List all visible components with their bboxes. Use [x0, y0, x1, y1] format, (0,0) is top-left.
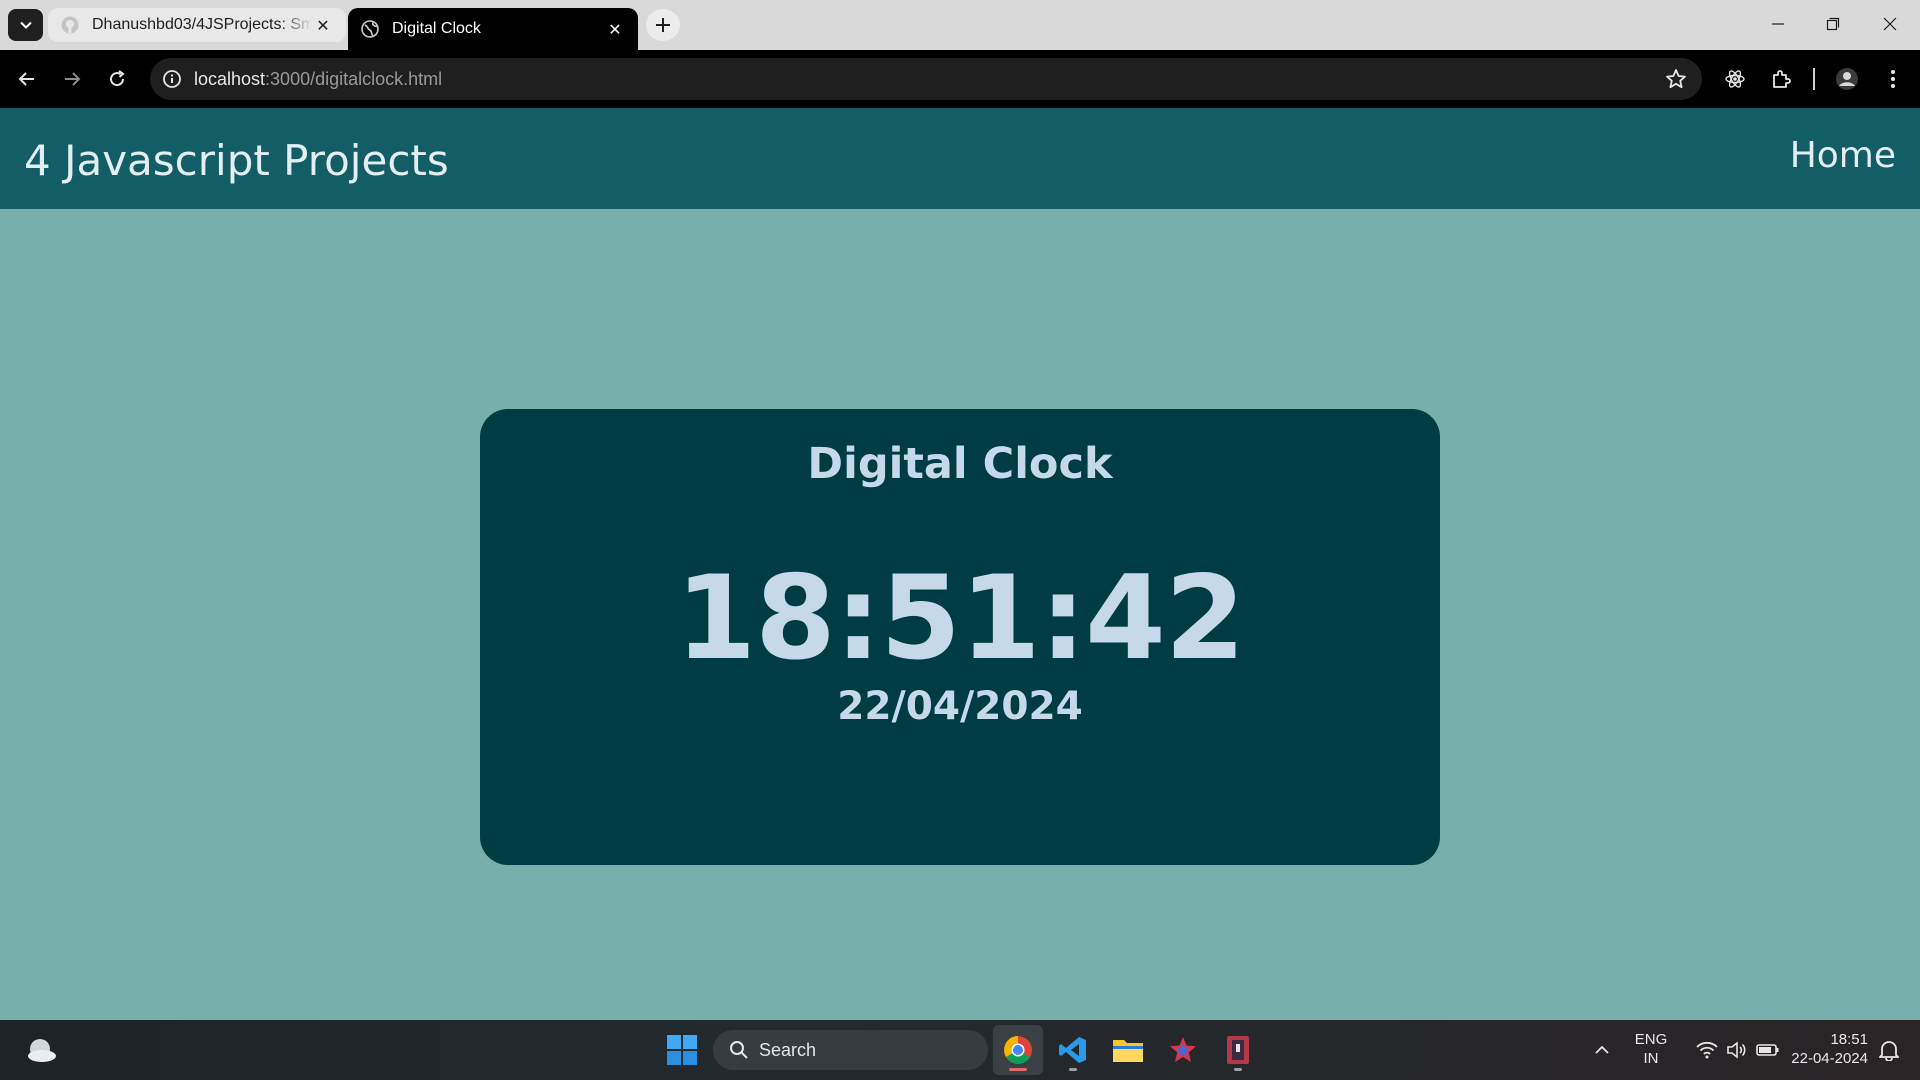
- close-window-button[interactable]: [1862, 0, 1918, 48]
- chrome-icon: [1004, 1036, 1032, 1064]
- language-code: ENG: [1634, 1031, 1668, 1048]
- arrow-right-icon: [65, 72, 81, 86]
- taskbar-search-label: Search: [759, 1039, 817, 1060]
- reload-button[interactable]: [100, 62, 134, 96]
- tab-search-button[interactable]: [8, 9, 43, 41]
- minimize-button[interactable]: [1750, 0, 1806, 48]
- chevron-down-icon: [19, 21, 32, 29]
- react-icon: [1725, 70, 1745, 88]
- forward-button[interactable]: [55, 62, 89, 96]
- search-icon: [729, 1040, 749, 1060]
- profile-button[interactable]: [1830, 62, 1864, 96]
- react-devtools-extension[interactable]: [1718, 62, 1752, 96]
- taskbar: Search ENG IN 18:51 22-04-2024: [0, 1020, 1920, 1080]
- battery-icon: [1756, 1044, 1779, 1056]
- quick-settings-button[interactable]: [1683, 1034, 1793, 1066]
- bell-icon: [1879, 1041, 1899, 1061]
- minimize-icon: [1772, 23, 1784, 25]
- new-tab-button[interactable]: [646, 9, 680, 41]
- taskbar-clock[interactable]: 18:51 22-04-2024: [1782, 1031, 1868, 1069]
- close-icon[interactable]: ✕: [312, 14, 334, 36]
- site-header: 4 Javascript Projects Home: [0, 108, 1920, 209]
- puzzle-icon: [1773, 70, 1791, 88]
- weather-widget[interactable]: [24, 1034, 60, 1066]
- taskbar-time: 18:51: [1830, 1031, 1868, 1048]
- more-vertical-icon: [1891, 70, 1895, 88]
- url-path: :3000/digitalclock.html: [265, 68, 443, 89]
- volume-icon: [1727, 1041, 1746, 1059]
- browser-toolbar: localhost:3000/digitalclock.html: [0, 50, 1920, 108]
- running-app-indicator: [1069, 1068, 1077, 1071]
- tab-digital-clock[interactable]: Digital Clock ✕: [348, 8, 638, 50]
- bookmark-star-icon[interactable]: [1664, 67, 1688, 91]
- taskbar-app-winrar[interactable]: [1213, 1025, 1263, 1075]
- folder-icon: [1113, 1040, 1143, 1062]
- notifications-button[interactable]: [1876, 1036, 1902, 1064]
- clock-heading: Digital Clock: [807, 439, 1113, 489]
- site-title: 4 Javascript Projects: [24, 136, 449, 185]
- back-button[interactable]: [10, 62, 44, 96]
- close-icon: [1883, 17, 1897, 31]
- browser-menu-button[interactable]: [1876, 62, 1910, 96]
- clock-card: Digital Clock 18:51:42 22/04/2024: [480, 409, 1440, 865]
- region-code: IN: [1643, 1049, 1659, 1067]
- extensions-button[interactable]: [1764, 62, 1798, 96]
- avatar-icon: [1836, 68, 1858, 90]
- restore-icon: [1826, 17, 1840, 31]
- chevron-up-icon: [1595, 1045, 1609, 1054]
- tab-title: Dhanushbd03/4JSProjects: Sm: [92, 16, 312, 33]
- archive-app-icon: [1227, 1036, 1249, 1064]
- url-host: localhost: [194, 68, 266, 89]
- reload-icon: [110, 70, 125, 87]
- taskbar-date: 22-04-2024: [1791, 1049, 1868, 1067]
- nav-home-link[interactable]: Home: [1790, 135, 1896, 176]
- show-hidden-icons-button[interactable]: [1588, 1036, 1616, 1064]
- start-button[interactable]: [664, 1032, 700, 1068]
- running-app-indicator: [1234, 1068, 1242, 1071]
- active-app-indicator: [1009, 1068, 1027, 1071]
- restore-button[interactable]: [1805, 0, 1861, 48]
- taskbar-app-vscode[interactable]: [1048, 1025, 1098, 1075]
- github-icon: [60, 15, 80, 35]
- info-icon[interactable]: [160, 67, 184, 91]
- taskbar-app-file-explorer[interactable]: [1103, 1025, 1153, 1075]
- browser-tabstrip: Dhanushbd03/4JSProjects: Sm ✕ Digital Cl…: [0, 0, 1920, 50]
- toolbar-separator: [1813, 68, 1815, 90]
- weather-cloud-icon: [28, 1039, 56, 1062]
- vscode-icon: [1059, 1037, 1086, 1063]
- clock-time: 18:51:42: [675, 551, 1245, 686]
- taskbar-search[interactable]: Search: [713, 1030, 988, 1070]
- arrow-left-icon: [18, 72, 34, 86]
- globe-icon: [360, 19, 380, 39]
- taskbar-app-star[interactable]: [1158, 1025, 1208, 1075]
- plus-icon: [656, 18, 670, 32]
- tab-github[interactable]: Dhanushbd03/4JSProjects: Sm ✕: [48, 8, 346, 42]
- url-text[interactable]: localhost:3000/digitalclock.html: [194, 69, 442, 90]
- close-icon[interactable]: ✕: [604, 18, 626, 40]
- windows-logo-icon: [667, 1035, 697, 1065]
- clock-date: 22/04/2024: [837, 684, 1083, 729]
- star-app-icon: [1170, 1037, 1196, 1062]
- tab-title: Digital Clock: [392, 20, 481, 37]
- taskbar-app-chrome[interactable]: [993, 1025, 1043, 1075]
- wifi-icon: [1696, 1041, 1718, 1059]
- address-bar[interactable]: localhost:3000/digitalclock.html: [150, 58, 1702, 100]
- language-indicator[interactable]: ENG IN: [1628, 1031, 1674, 1069]
